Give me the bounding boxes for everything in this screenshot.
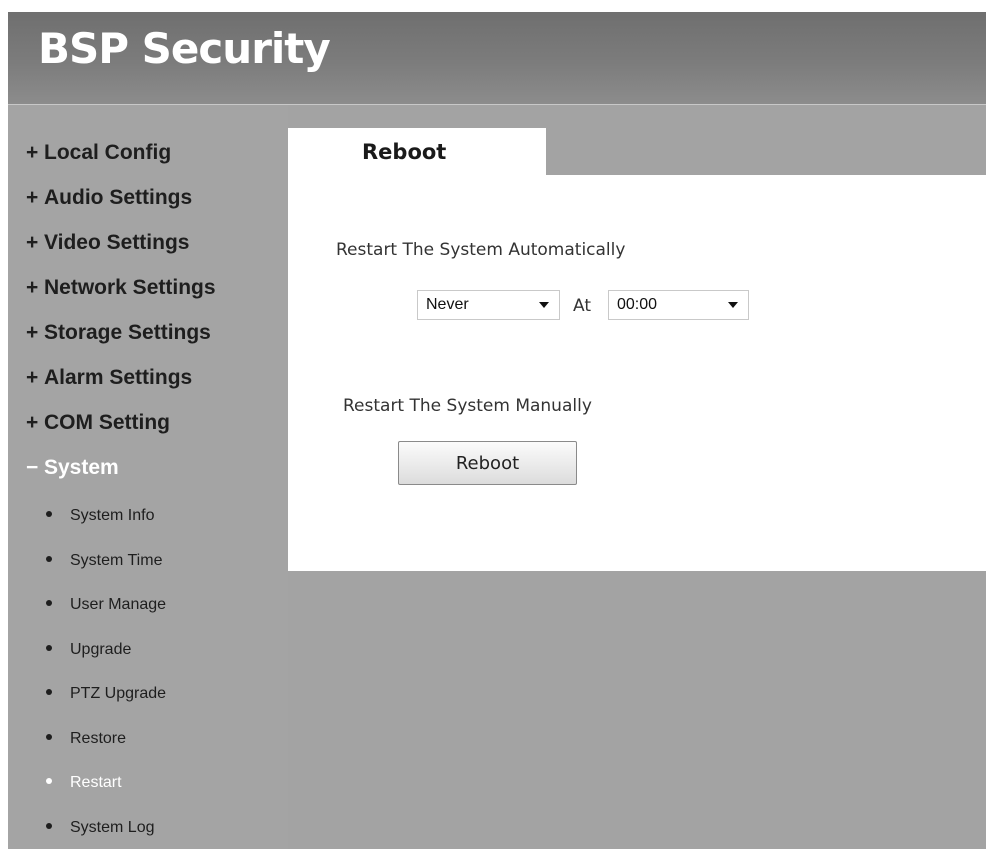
menu-video-settings[interactable]: + Video Settings — [26, 231, 189, 259]
expand-icon: + — [26, 231, 39, 254]
submenu-label: System Time — [70, 552, 163, 569]
sidebar: + Local Config + Audio Settings + Video Set… — [8, 105, 288, 849]
bullet-icon — [46, 733, 52, 740]
tab-bar: Reboot — [288, 128, 986, 175]
expand-icon: + — [26, 321, 39, 344]
menu-com-setting[interactable]: + COM Setting — [26, 411, 170, 439]
expand-icon: + — [26, 141, 39, 164]
expand-icon: + — [26, 411, 39, 434]
menu-label: COM Setting — [44, 411, 170, 434]
submenu-label: PTZ Upgrade — [70, 685, 167, 702]
submenu-system-time[interactable]: System Time — [46, 552, 162, 574]
tab-reboot[interactable]: Reboot — [288, 128, 546, 175]
menu-label: Network Settings — [44, 276, 216, 299]
menu-local-config[interactable]: + Local Config — [26, 141, 171, 169]
submenu-label: User Manage — [70, 596, 167, 613]
menu-label: Local Config — [44, 141, 172, 164]
submenu-system-info[interactable]: System Info — [46, 507, 154, 529]
bullet-icon — [46, 599, 52, 606]
submenu-restart[interactable]: Restart — [46, 774, 122, 796]
select-value: Never — [426, 296, 469, 313]
dropdown-arrow-icon — [539, 302, 549, 308]
select-value: 00:00 — [617, 296, 658, 313]
at-label: At — [573, 296, 591, 316]
submenu-system-log[interactable]: System Log — [46, 819, 154, 841]
submenu-upgrade[interactable]: Upgrade — [46, 641, 131, 663]
menu-label: Storage Settings — [44, 321, 211, 344]
manual-restart-label: Restart The System Manually — [343, 396, 592, 416]
expand-icon: + — [26, 276, 39, 299]
menu-label: System — [44, 456, 119, 479]
main-content: Reboot Restart The System Automatically … — [288, 105, 986, 849]
menu-label: Audio Settings — [44, 186, 193, 209]
tab-label: Reboot — [362, 140, 447, 164]
expand-icon: + — [26, 366, 39, 389]
bullet-icon — [46, 688, 52, 695]
menu-alarm-settings[interactable]: + Alarm Settings — [26, 366, 192, 394]
menu-label: Alarm Settings — [44, 366, 193, 389]
dropdown-arrow-icon — [728, 302, 738, 308]
submenu-label: Restore — [70, 730, 127, 747]
restart-frequency-select[interactable]: Never — [417, 290, 560, 320]
submenu-label: Restart — [70, 774, 122, 791]
submenu-user-manage[interactable]: User Manage — [46, 596, 166, 618]
bullet-icon — [46, 777, 52, 784]
restart-time-select[interactable]: 00:00 — [608, 290, 749, 320]
menu-network-settings[interactable]: + Network Settings — [26, 276, 216, 304]
collapse-icon: − — [26, 456, 39, 479]
bullet-icon — [46, 510, 52, 517]
bullet-icon — [46, 822, 52, 829]
submenu-restore[interactable]: Restore — [46, 730, 126, 752]
submenu-label: System Info — [70, 507, 155, 524]
reboot-panel: Restart The System Automatically Never A… — [288, 175, 986, 571]
expand-icon: + — [26, 186, 39, 209]
auto-restart-label: Restart The System Automatically — [336, 240, 626, 260]
submenu-ptz-upgrade[interactable]: PTZ Upgrade — [46, 685, 166, 707]
app-frame: BSP Security + Local Config + Audio Settin… — [8, 12, 986, 849]
reboot-button[interactable]: Reboot — [398, 441, 577, 485]
submenu-label: Upgrade — [70, 641, 132, 658]
bullet-icon — [46, 644, 52, 651]
bullet-icon — [46, 555, 52, 562]
menu-audio-settings[interactable]: + Audio Settings — [26, 186, 192, 214]
submenu-label: System Log — [70, 819, 155, 836]
menu-system[interactable]: − System — [26, 456, 119, 484]
menu-label: Video Settings — [44, 231, 190, 254]
header-bar: BSP Security — [8, 12, 986, 105]
brand-logo: BSP Security — [38, 24, 331, 73]
menu-storage-settings[interactable]: + Storage Settings — [26, 321, 211, 349]
